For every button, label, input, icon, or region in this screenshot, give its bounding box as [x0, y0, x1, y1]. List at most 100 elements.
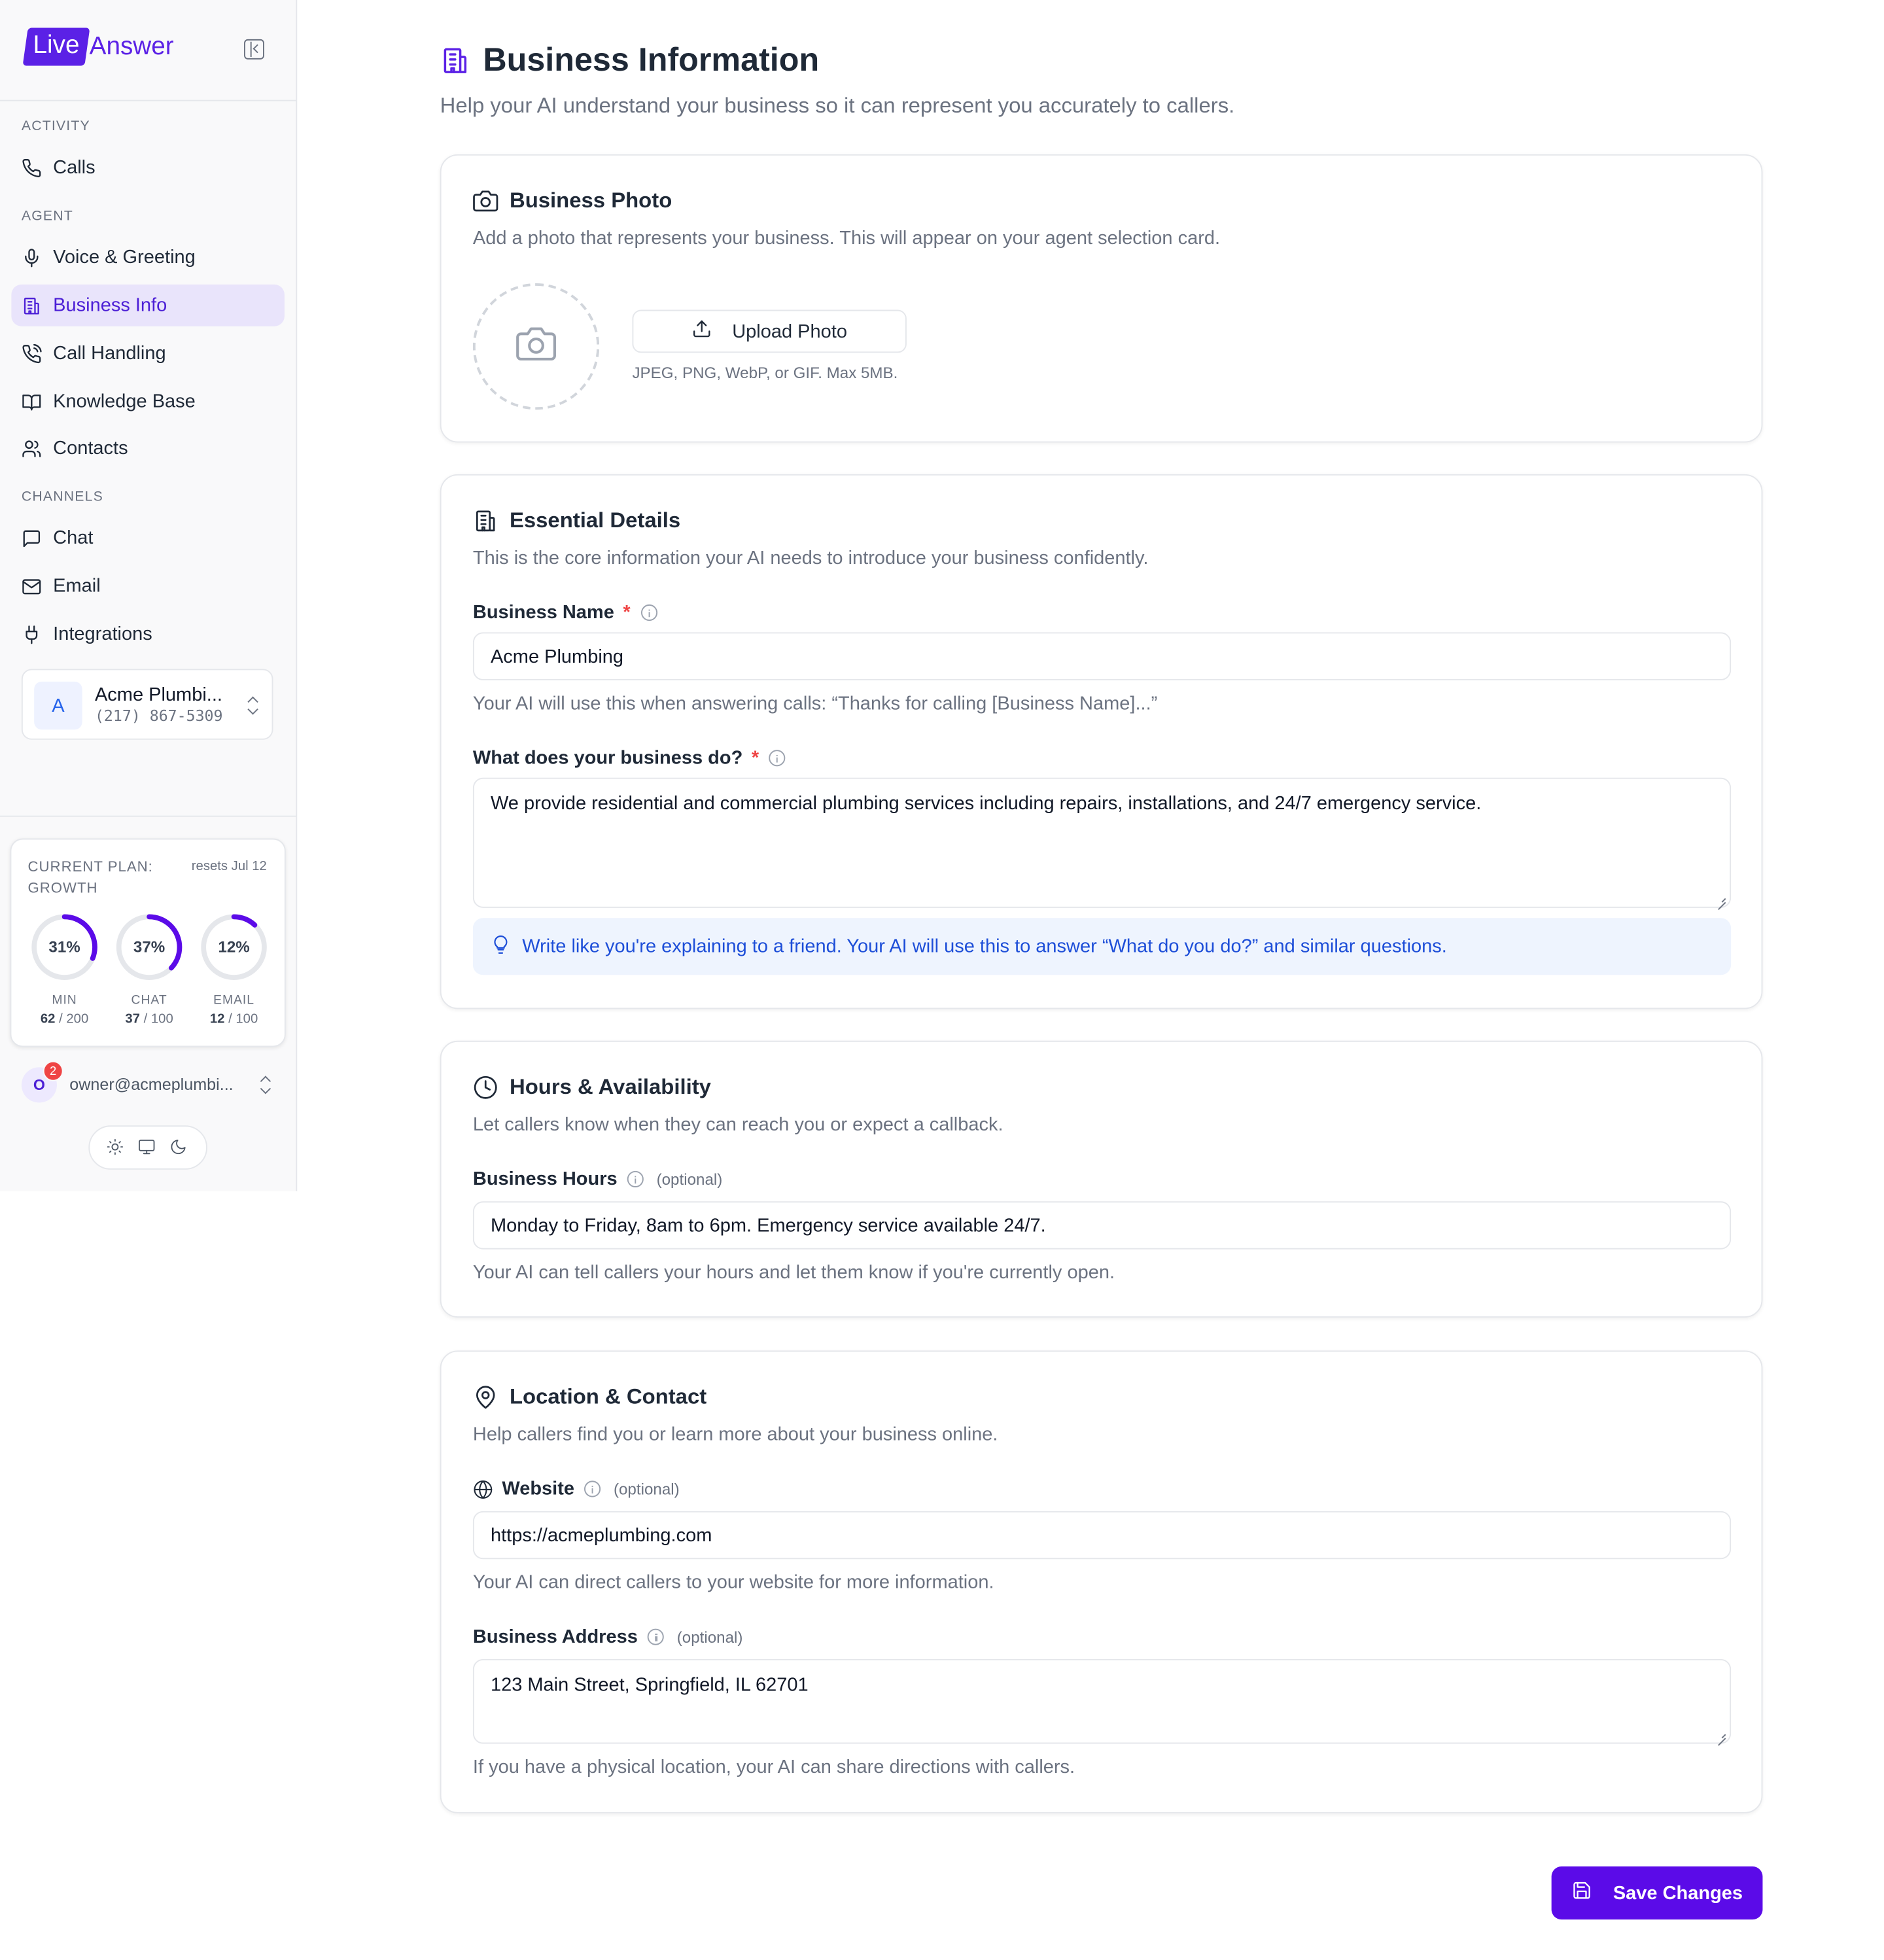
usage-ring-email: 12% — [200, 913, 268, 981]
card-description: Help callers find you or learn more abou… — [472, 1424, 998, 1446]
section-label-agent: AGENT — [21, 208, 73, 224]
save-icon — [1571, 1880, 1613, 1906]
upload-icon — [691, 319, 732, 344]
sidebar-item-label: Voice & Greeting — [53, 246, 196, 268]
business-switcher[interactable]: A Acme Plumbi... (217) 867-5309 — [21, 669, 273, 740]
upload-hint: JPEG, PNG, WebP, or GIF. Max 5MB. — [632, 364, 898, 382]
sidebar-item-label: Knowledge Base — [53, 391, 196, 413]
plug-icon — [22, 624, 42, 644]
info-icon[interactable] — [648, 1628, 665, 1645]
sidebar-item-label: Contacts — [53, 437, 128, 459]
business-address-help: If you have a physical location, your AI… — [472, 1756, 1075, 1778]
sidebar-item-label: Chat — [53, 527, 94, 549]
sidebar-item-voice-greeting[interactable]: Voice & Greeting — [11, 236, 285, 278]
info-icon[interactable] — [640, 604, 657, 621]
business-description-textarea[interactable]: We provide residential and commercial pl… — [472, 777, 1732, 908]
sidebar-item-knowledge-base[interactable]: Knowledge Base — [11, 381, 285, 423]
monitor-icon[interactable] — [138, 1138, 158, 1158]
upload-photo-button[interactable]: Upload Photo — [632, 309, 907, 353]
sidebar-item-label: Business Info — [53, 294, 167, 317]
business-address-label: Business Address (optional) — [472, 1626, 743, 1648]
website-label: Website (optional) — [473, 1479, 680, 1499]
optional-tag: (optional) — [613, 1480, 680, 1498]
sidebar-item-label: Integrations — [53, 623, 152, 645]
users-icon — [22, 438, 42, 459]
card-description: Add a photo that represents your busines… — [472, 227, 1221, 249]
sidebar-item-email[interactable]: Email — [11, 565, 285, 607]
map-pin-icon — [473, 1385, 498, 1410]
business-phone: (217) 867-5309 — [94, 707, 223, 725]
website-input[interactable]: https://acmeplumbing.com — [472, 1511, 1732, 1560]
page-title: Business Information — [440, 41, 819, 80]
essential-details-card: Essential Details This is the core infor… — [440, 474, 1763, 1009]
plan-usage-card: CURRENT PLAN: GROWTH resets Jul 12 31% M… — [10, 838, 286, 1047]
sidebar-item-label: Call Handling — [53, 342, 166, 364]
usage-percent: 37% — [133, 938, 166, 956]
info-icon[interactable] — [627, 1170, 644, 1187]
sidebar-item-contacts[interactable]: Contacts — [11, 427, 285, 469]
card-title: Hours & Availability — [473, 1075, 711, 1100]
optional-tag: (optional) — [656, 1170, 723, 1188]
app-root: Live Answer ACTIVITY Calls AGENT Voice &… — [0, 0, 1884, 1960]
required-marker: * — [751, 747, 759, 769]
sidebar-item-call-handling[interactable]: Call Handling — [11, 332, 285, 374]
page-subtitle: Help your AI understand your business so… — [440, 94, 1235, 118]
phone-icon — [22, 158, 42, 178]
business-hours-input[interactable]: Monday to Friday, 8am to 6pm. Emergency … — [472, 1201, 1732, 1250]
usage-label: MIN — [52, 994, 77, 1008]
section-label-channels: CHANNELS — [21, 489, 103, 505]
usage-label: CHAT — [131, 994, 167, 1008]
save-changes-button[interactable]: Save Changes — [1551, 1866, 1763, 1920]
business-name-label: Business Name * — [473, 602, 657, 623]
business-name-input[interactable]: Acme Plumbing — [472, 632, 1732, 680]
required-marker: * — [623, 602, 631, 623]
usage-ring-min: 31% — [30, 913, 98, 981]
logo[interactable]: Live Answer — [22, 27, 174, 66]
mail-icon — [22, 576, 42, 596]
chevrons-up-down-icon — [247, 695, 259, 716]
sun-icon[interactable] — [106, 1138, 126, 1158]
clock-icon — [473, 1075, 498, 1100]
sidebar-item-chat[interactable]: Chat — [11, 517, 285, 559]
sidebar-item-integrations[interactable]: Integrations — [11, 613, 285, 655]
plan-reset: resets Jul 12 — [191, 858, 267, 874]
business-photo-card: Business Photo Add a photo that represen… — [440, 154, 1763, 443]
moon-icon[interactable] — [170, 1138, 190, 1158]
phone-call-icon — [22, 343, 42, 364]
logo-text: Answer — [89, 33, 174, 61]
usage-count: 12 / 100 — [209, 1011, 258, 1027]
sidebar: Live Answer ACTIVITY Calls AGENT Voice &… — [0, 0, 298, 1191]
building-icon — [473, 508, 498, 534]
business-hours-label: Business Hours (optional) — [472, 1168, 723, 1190]
lightbulb-icon — [491, 934, 522, 959]
notification-badge: 2 — [43, 1060, 63, 1081]
hours-card: Hours & Availability Let callers know wh… — [440, 1040, 1763, 1318]
info-icon[interactable] — [769, 750, 786, 767]
mic-icon — [22, 247, 42, 268]
business-name-help: Your AI will use this when answering cal… — [472, 693, 1158, 715]
card-description: This is the core information your AI nee… — [472, 547, 1149, 569]
info-icon[interactable] — [584, 1480, 601, 1497]
sidebar-item-label: Email — [53, 575, 101, 597]
collapse-sidebar-icon[interactable] — [244, 39, 264, 60]
sidebar-item-business-info[interactable]: Business Info — [11, 284, 285, 326]
sidebar-item-calls[interactable]: Calls — [11, 147, 285, 188]
business-address-textarea[interactable]: 123 Main Street, Springfield, IL 62701 — [472, 1658, 1732, 1744]
card-title: Business Photo — [473, 188, 672, 214]
section-label-activity: ACTIVITY — [21, 118, 90, 134]
business-avatar: A — [34, 681, 82, 730]
usage-ring-chat: 37% — [115, 913, 183, 981]
plan-title: CURRENT PLAN: GROWTH — [27, 860, 153, 897]
website-help: Your AI can direct callers to your websi… — [472, 1571, 994, 1594]
user-menu[interactable]: O 2 owner@acmeplumbi... — [21, 1060, 275, 1104]
usage-percent: 12% — [218, 938, 250, 956]
resize-handle-icon[interactable] — [1716, 893, 1726, 903]
camera-icon — [516, 323, 557, 370]
logo-row: Live Answer — [0, 0, 296, 101]
photo-placeholder[interactable] — [472, 283, 600, 410]
location-card: Location & Contact Help callers find you… — [440, 1350, 1763, 1813]
chat-icon — [22, 528, 42, 548]
resize-handle-icon[interactable] — [1716, 1728, 1726, 1738]
building-icon — [22, 295, 42, 315]
usage-count: 37 / 100 — [125, 1011, 173, 1027]
